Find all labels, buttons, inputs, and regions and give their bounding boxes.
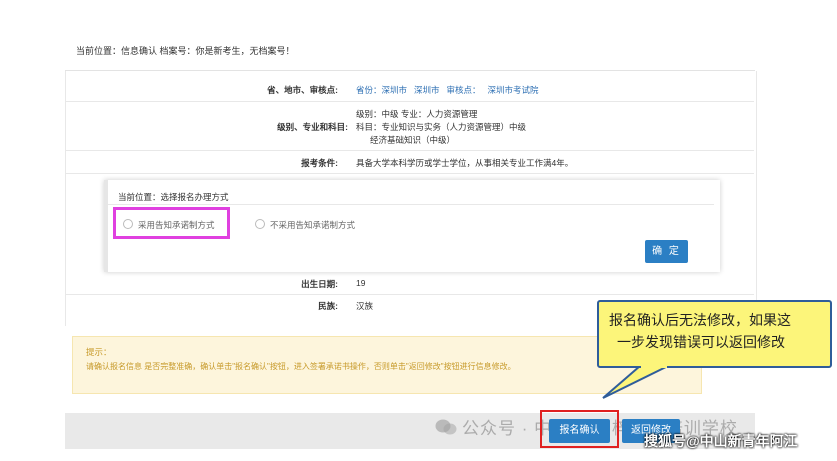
breadcrumb: 当前位置：信息确认 档案号：你是新考生，无档案号！: [76, 46, 295, 56]
option-no-commitment-label[interactable]: 不采用告知承诺制方式: [270, 219, 355, 231]
highlight-red-box: [540, 410, 619, 448]
province-item: 深圳市: [414, 85, 440, 95]
province-item: 省份：深圳市: [356, 85, 408, 95]
birth-value: 19: [356, 278, 366, 288]
level-label: 级别、专业和科目:: [277, 122, 348, 132]
level-line: 科目：专业知识与实务（人力资源管理）中级: [356, 122, 527, 132]
province-value: 省份：深圳市 深圳市 审核点： 深圳市考试院: [356, 84, 546, 96]
condition-label: 报考条件:: [301, 158, 338, 168]
divider: [66, 173, 754, 174]
confirm-button[interactable]: 确 定: [645, 240, 688, 263]
level-line: 级别：中级 专业：人力资源管理: [356, 109, 478, 119]
province-item: 审核点：: [446, 85, 481, 95]
callout-line: 一步发现错误可以返回修改: [617, 336, 785, 351]
condition-value: 具备大学本科学历或学士学位，从事相关专业工作满4年。: [356, 158, 574, 168]
birth-label: 出生日期:: [301, 279, 338, 289]
divider: [108, 204, 714, 205]
callout-line: 报名确认后无法修改，如果这: [609, 314, 791, 329]
tip-text: 请确认报名信息 是否完整准确，确认单击"报名确认"按钮，进入签署承诺书操作，否则…: [86, 362, 516, 371]
wechat-icon: [435, 419, 457, 435]
level-line: 经济基础知识（中级）: [370, 135, 456, 145]
ethnic-value: 汉族: [356, 301, 374, 311]
dialog-title: 当前位置：选择报名办理方式: [118, 192, 229, 202]
ethnic-label: 民族:: [318, 301, 338, 311]
radio-no-commitment[interactable]: [255, 219, 265, 229]
province-label: 省、地市、审核点:: [267, 85, 338, 95]
highlight-box: [113, 207, 230, 239]
callout-note: 报名确认后无法修改，如果这 一步发现错误可以返回修改: [597, 300, 832, 368]
tip-title: 提示：: [86, 347, 112, 357]
divider: [66, 101, 754, 102]
divider: [66, 150, 754, 151]
divider: [66, 294, 754, 295]
callout-joint: [641, 365, 667, 368]
province-item: 深圳市考试院: [487, 85, 539, 95]
sohu-watermark: 搜狐号@中山新青年阿江: [644, 433, 798, 449]
